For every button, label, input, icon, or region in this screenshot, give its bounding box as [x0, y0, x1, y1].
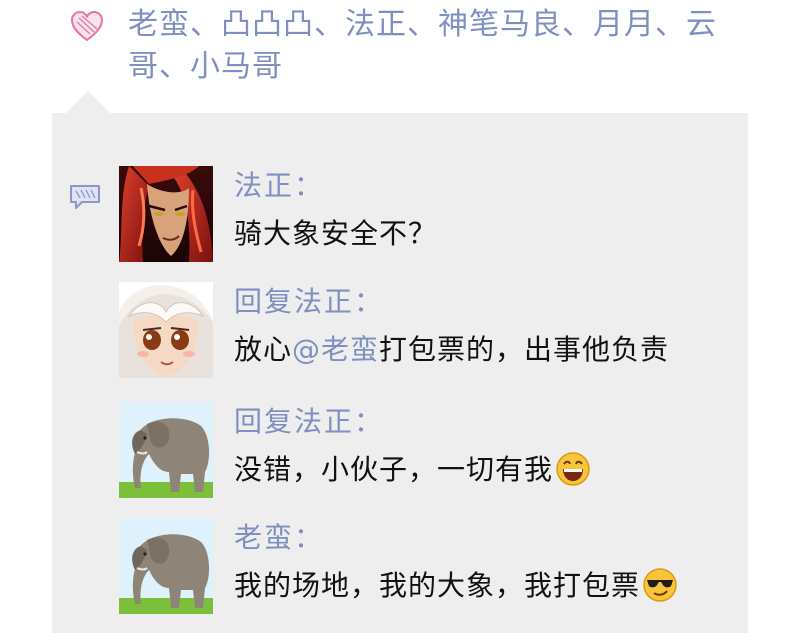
comment-text-part: 放心 — [234, 333, 293, 366]
white-haired-girl-avatar — [119, 282, 213, 378]
elephant-avatar — [119, 518, 213, 614]
comment-icon[interactable] — [68, 183, 102, 211]
comment-author[interactable]: 法正： — [234, 168, 324, 204]
likes-section: 老蛮、凸凸凸、法正、神笔马良、月月、云哥、小马哥 — [0, 0, 800, 95]
likes-list[interactable]: 老蛮、凸凸凸、法正、神笔马良、月月、云哥、小马哥 — [128, 4, 768, 88]
avatar[interactable] — [119, 402, 213, 498]
heart-icon[interactable] — [70, 10, 104, 44]
comment-text: 没错，小伙子，一切有我 — [234, 450, 591, 490]
comment-author[interactable]: 回复法正： — [234, 284, 384, 320]
comment-text: 骑大象安全不？ — [234, 217, 438, 250]
comment-text-part: 打包票的，出事他负责 — [379, 333, 670, 366]
comment-text: 放心@老蛮打包票的，出事他负责 — [234, 330, 669, 370]
comment-text: 我的场地，我的大象，我打包票 — [234, 566, 678, 606]
red-haired-warrior-avatar — [119, 166, 213, 262]
sunglasses-face-emoji — [643, 568, 677, 602]
elephant-avatar — [119, 402, 213, 498]
comment-text-part: 我的场地，我的大象，我打包票 — [234, 569, 641, 602]
comment-item: 老蛮： 我的场地，我的大象，我打包票 — [119, 518, 748, 618]
mention-link[interactable]: @老蛮 — [292, 333, 379, 366]
grinning-face-emoji — [556, 452, 590, 486]
comments-pointer — [66, 91, 110, 113]
avatar[interactable] — [119, 282, 213, 378]
comment-author[interactable]: 回复法正： — [234, 404, 384, 440]
comment-item: 法正： 骑大象安全不？ — [119, 166, 748, 266]
avatar[interactable] — [119, 518, 213, 614]
comment-author[interactable]: 老蛮： — [234, 520, 324, 556]
comment-item: 回复法正： 放心@老蛮打包票的，出事他负责 — [119, 282, 748, 382]
avatar[interactable] — [119, 166, 213, 262]
comment-text-part: 没错，小伙子，一切有我 — [234, 453, 554, 486]
comment-item: 回复法正： 没错，小伙子，一切有我 — [119, 402, 748, 502]
